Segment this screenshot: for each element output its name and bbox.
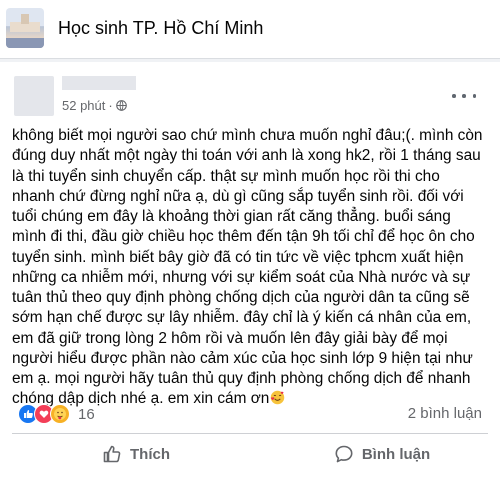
post-line: em đã giữ trong lòng 2 hôm rồi và muốn l… — [12, 329, 448, 347]
more-options-icon[interactable] — [452, 90, 476, 102]
post-line: là thi tuyển sinh chuyển cấp. thật sự mì… — [12, 167, 440, 185]
post-text: không biết mọi người sao chứ mình chưa m… — [12, 126, 490, 410]
group-cover-thumbnail[interactable] — [6, 8, 44, 48]
reactions-summary[interactable]: 16 — [18, 404, 95, 424]
comment-button[interactable]: Bình luận — [290, 434, 474, 474]
post-line: tuân thủ theo quy định phòng chống dịch … — [12, 289, 470, 306]
post-line: em ạ. mọi người hãy tuân thủ quy định ph… — [12, 370, 471, 387]
post-line: không biết mọi người sao chứ mình chưa m… — [12, 127, 483, 144]
post-line: đúng duy nhất một ngày thi toán với anh … — [12, 147, 481, 165]
post-line: những ca nhiễm mới, nhưng với sự kiểm so… — [12, 268, 471, 286]
post-line: tuyển sinh. mình biết bây giờ đã có tin … — [12, 248, 464, 266]
post-line: mình đi thi, đầu giờ chiều học thêm đến … — [12, 228, 475, 246]
comments-count-link[interactable]: 2 bình luận — [408, 405, 482, 422]
meta-separator: · — [108, 98, 113, 113]
post-line: nhanh chứ đừng nghỉ nữa ạ, dù gì cũng sắ… — [12, 187, 464, 205]
post-line: sớm hạn chế được sự lây nhiễm. đây chỉ l… — [12, 309, 472, 327]
group-header: Học sinh TP. Hồ Chí Minh — [0, 0, 500, 59]
reaction-count: 16 — [78, 405, 95, 423]
comment-bubble-icon — [335, 445, 353, 463]
post-meta: 52 phút · — [62, 98, 127, 113]
author-name-redacted[interactable] — [62, 76, 136, 90]
globe-icon[interactable] — [115, 100, 127, 111]
care-reaction-icon — [50, 404, 70, 424]
like-button[interactable]: Thích — [62, 434, 210, 474]
post-timestamp[interactable]: 52 phút — [62, 98, 105, 113]
smiling-face-with-hearts-icon — [271, 391, 285, 405]
post-line: tuổi chúng em đây là khoảng thời gian rấ… — [12, 208, 451, 225]
comment-button-label: Bình luận — [361, 445, 431, 463]
post-line: người hiểu được phần nào cảm xúc của học… — [12, 349, 473, 367]
post-card: 52 phút · không biết mọi người sao chứ m… — [0, 62, 500, 477]
thumbs-up-icon — [103, 445, 121, 463]
like-button-label: Thích — [130, 445, 170, 463]
group-name[interactable]: Học sinh TP. Hồ Chí Minh — [58, 18, 263, 39]
author-avatar[interactable] — [14, 76, 54, 116]
